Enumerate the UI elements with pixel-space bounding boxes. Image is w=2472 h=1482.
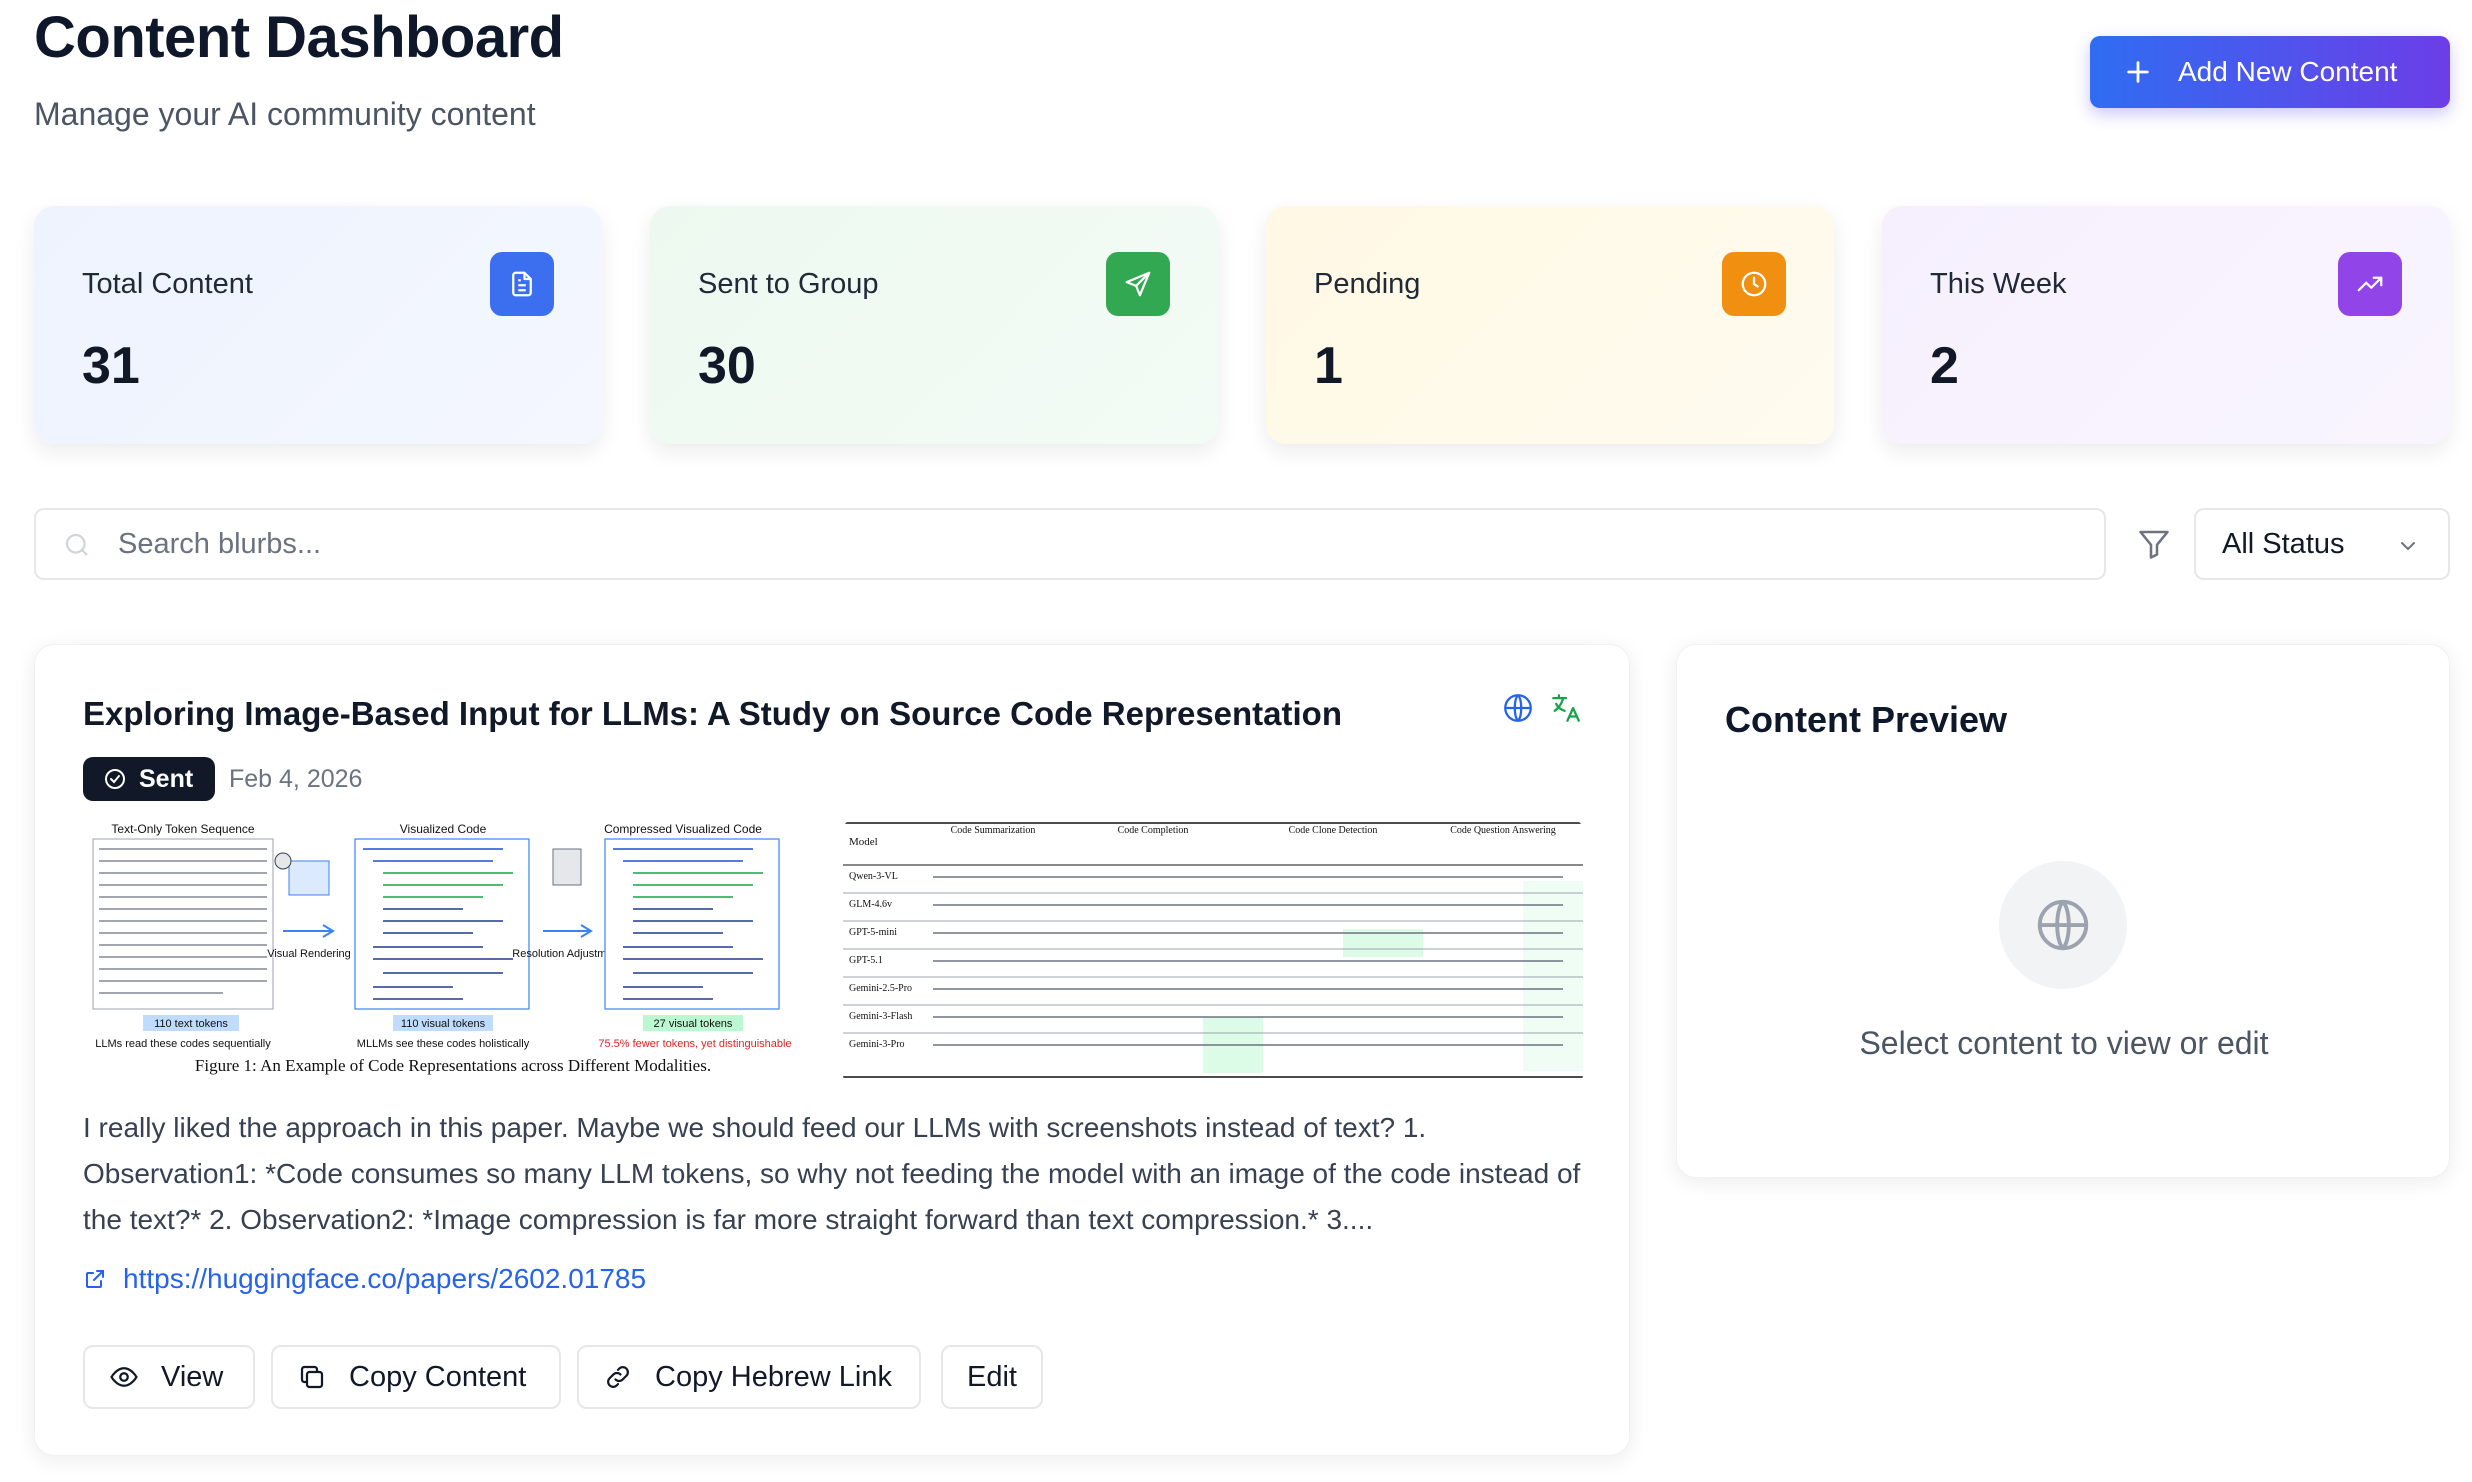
copy-hebrew-link-button[interactable]: Copy Hebrew Link xyxy=(577,1345,921,1409)
copy-content-label: Copy Content xyxy=(349,1360,527,1393)
link-icon xyxy=(607,1366,629,1388)
clock-icon xyxy=(1722,252,1786,316)
dashboard-page: Content Dashboard Manage your AI communi… xyxy=(0,0,2472,1482)
paper-table-thumbnail: Model Code Summarization Code Completion… xyxy=(843,821,1583,1083)
fig-tag3: 27 visual tokens xyxy=(654,1018,733,1030)
eye-icon xyxy=(110,1367,138,1387)
source-link[interactable]: https://huggingface.co/papers/2602.01785 xyxy=(83,1263,646,1295)
preview-title: Content Preview xyxy=(1725,699,2008,740)
filter-icon[interactable] xyxy=(2136,526,2172,562)
source-link-text: https://huggingface.co/papers/2602.01785 xyxy=(123,1263,647,1294)
table-group-2: Code Completion xyxy=(1118,825,1189,836)
content-card[interactable]: Exploring Image-Based Input for LLMs: A … xyxy=(34,644,1630,1456)
table-model-4: GPT-5.1 xyxy=(849,955,883,966)
table-model-2: GLM-4.6v xyxy=(849,899,892,910)
stat-card-pending: Pending 1 xyxy=(1266,206,1834,444)
copy-hebrew-link-label: Copy Hebrew Link xyxy=(655,1360,892,1393)
external-link-icon xyxy=(86,1270,104,1288)
status-filter-select[interactable]: All Status xyxy=(2194,508,2450,580)
table-model-1: Qwen-3-VL xyxy=(849,871,898,882)
fig-note1: LLMs read these codes sequentially xyxy=(95,1038,271,1050)
fig-tag2: 110 visual tokens xyxy=(401,1018,486,1030)
search-placeholder: Search blurbs... xyxy=(118,527,322,560)
stat-label: Sent to Group xyxy=(698,268,879,300)
table-group-4: Code Question Answering xyxy=(1450,825,1556,836)
content-preview-panel: Content Preview Select content to view o… xyxy=(1676,644,2450,1178)
copy-icon xyxy=(300,1365,324,1389)
add-new-content-button[interactable]: Add New Content xyxy=(2090,36,2450,108)
copy-content-button[interactable]: Copy Content xyxy=(271,1345,561,1409)
send-icon xyxy=(1106,252,1170,316)
stat-label: Total Content xyxy=(82,268,253,300)
stat-value: 2 xyxy=(1930,337,1959,395)
preview-placeholder xyxy=(1999,861,2127,989)
preview-hint: Select content to view or edit xyxy=(1859,1025,2269,1061)
trending-up-icon xyxy=(2338,252,2402,316)
status-badge-label: Sent xyxy=(139,764,194,793)
add-new-content-label: Add New Content xyxy=(2178,56,2398,87)
plus-icon xyxy=(2127,61,2149,83)
check-circle-icon xyxy=(105,769,125,789)
stat-card-total-content: Total Content 31 xyxy=(34,206,602,444)
fig-caption: Figure 1: An Example of Code Representat… xyxy=(195,1056,711,1075)
search-icon xyxy=(65,533,88,556)
fig-note3: 75.5% fewer tokens, yet distinguishable xyxy=(598,1038,791,1050)
page-subtitle: Manage your AI community content xyxy=(34,96,536,132)
table-model-5: Gemini-2.5-Pro xyxy=(849,983,912,994)
fig-col1-title: Text-Only Token Sequence xyxy=(111,822,255,836)
view-button[interactable]: View xyxy=(83,1345,255,1409)
content-body: I really liked the approach in this pape… xyxy=(83,1112,1581,1235)
stat-card-this-week: This Week 2 xyxy=(1882,206,2450,444)
table-group-1: Code Summarization xyxy=(951,825,1036,836)
stat-label: Pending xyxy=(1314,268,1421,300)
table-model-7: Gemini-3-Pro xyxy=(849,1039,905,1050)
stat-card-sent-to-group: Sent to Group 30 xyxy=(650,206,1218,444)
stat-value: 30 xyxy=(698,337,756,395)
fig-tag1: 110 text tokens xyxy=(154,1018,228,1030)
fig-arrow1-label: Visual Rendering xyxy=(267,948,351,960)
status-badge: Sent xyxy=(83,757,216,801)
table-model-3: GPT-5-mini xyxy=(849,927,897,938)
search-input[interactable]: Search blurbs... xyxy=(34,508,2106,580)
view-button-label: View xyxy=(161,1360,224,1393)
edit-button-label: Edit xyxy=(967,1360,1017,1393)
edit-button[interactable]: Edit xyxy=(941,1345,1043,1409)
table-model-header: Model xyxy=(849,836,878,848)
content-date: Feb 4, 2026 xyxy=(229,765,363,793)
document-icon xyxy=(490,252,554,316)
translate-icon[interactable] xyxy=(1549,691,1583,725)
stat-value: 1 xyxy=(1314,337,1343,395)
content-title: Exploring Image-Based Input for LLMs: A … xyxy=(83,695,1342,732)
fig-col3-title: Compressed Visualized Code xyxy=(604,822,762,836)
globe-icon[interactable] xyxy=(1501,691,1535,725)
table-model-6: Gemini-3-Flash xyxy=(849,1011,912,1022)
paper-figure-thumbnail: Text-Only Token Sequence Visualized Code… xyxy=(83,821,823,1083)
page-title: Content Dashboard xyxy=(34,5,564,70)
table-group-3: Code Clone Detection xyxy=(1289,825,1378,836)
fig-note2: MLLMs see these codes holistically xyxy=(357,1038,530,1050)
table-row-lines xyxy=(843,892,1583,1034)
stat-value: 31 xyxy=(82,337,140,395)
globe-icon xyxy=(2037,899,2089,951)
chevron-down-icon xyxy=(2401,542,2415,551)
stat-label: This Week xyxy=(1930,268,2067,300)
status-filter-value: All Status xyxy=(2222,527,2345,560)
fig-col2-title: Visualized Code xyxy=(400,822,487,836)
